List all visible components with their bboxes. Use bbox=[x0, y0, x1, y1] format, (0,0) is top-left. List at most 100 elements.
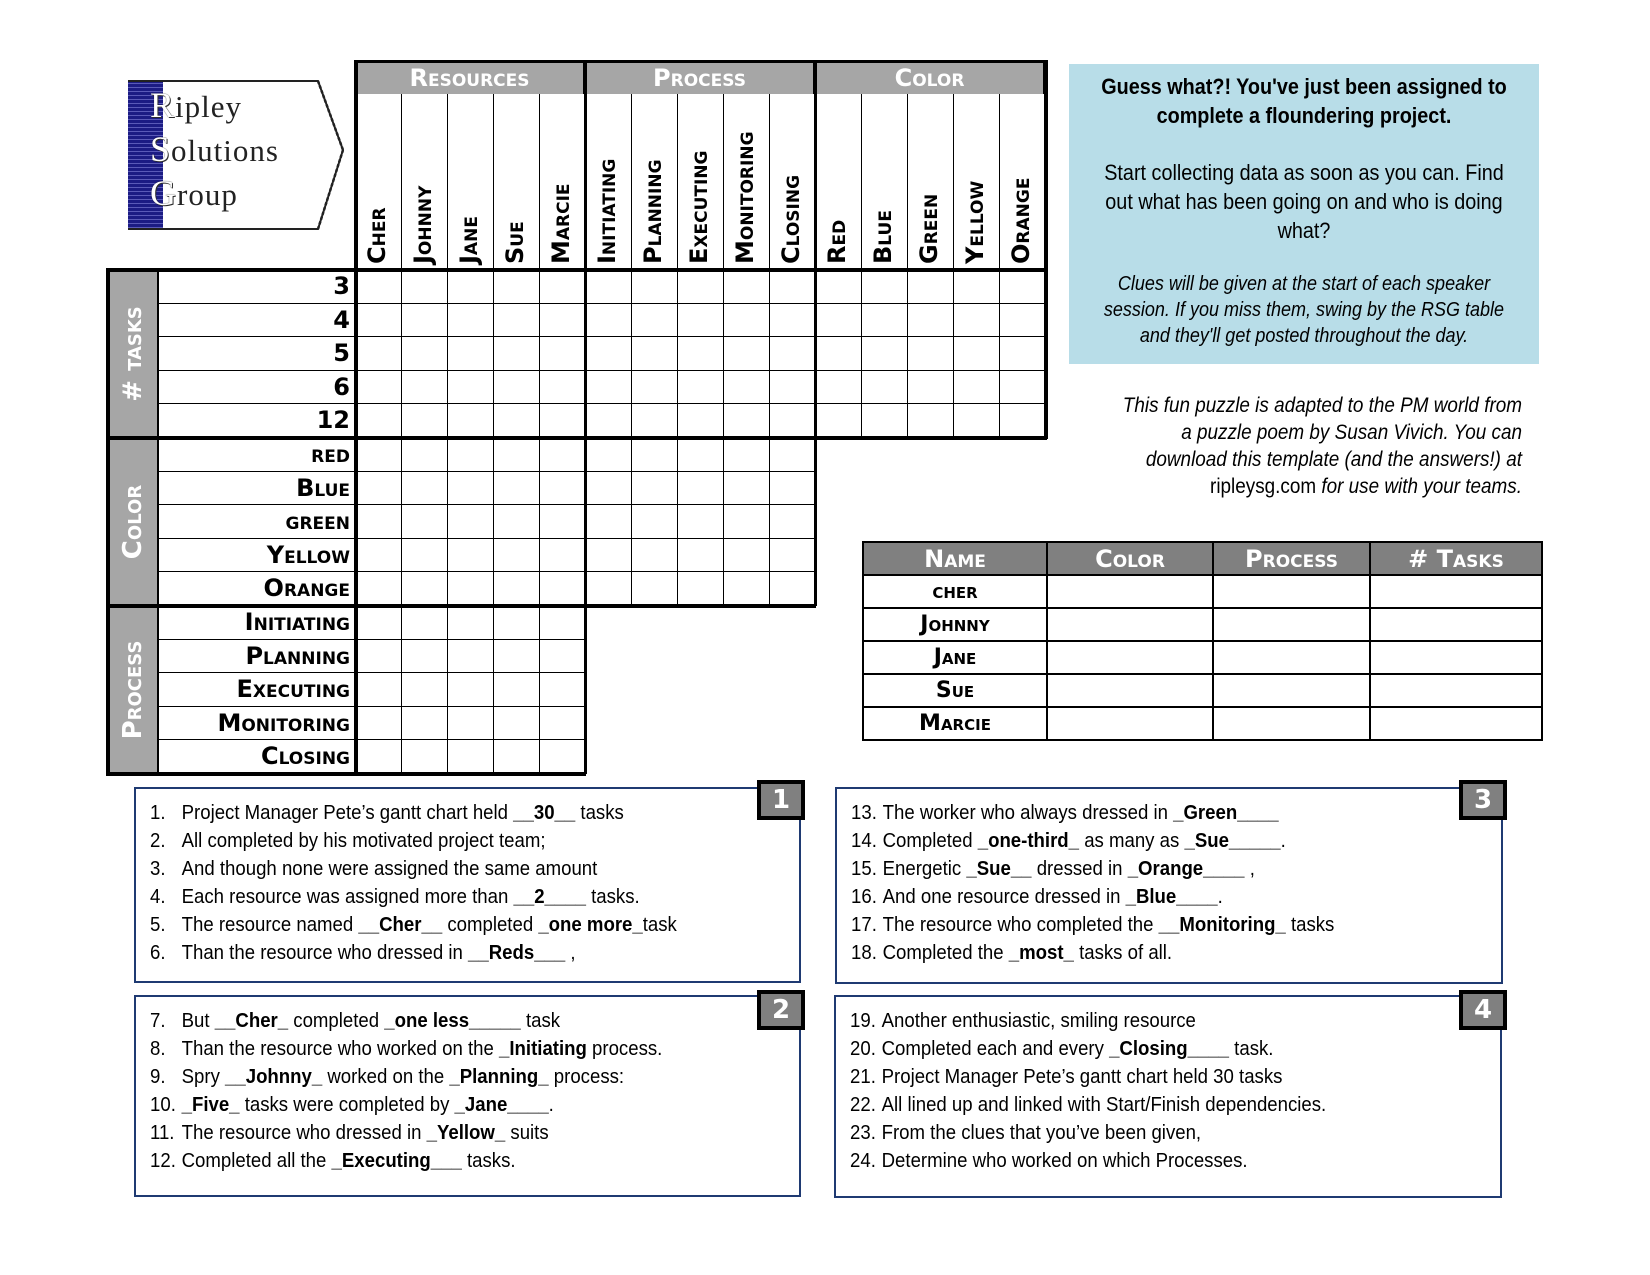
grid-cell[interactable] bbox=[540, 471, 586, 506]
grid-cell[interactable] bbox=[494, 303, 540, 338]
grid-cell[interactable] bbox=[1000, 270, 1046, 304]
grid-cell[interactable] bbox=[356, 572, 402, 606]
grid-cell[interactable] bbox=[448, 706, 494, 741]
grid-cell[interactable] bbox=[678, 471, 724, 506]
grid-cell[interactable] bbox=[632, 505, 678, 539]
grid-cell[interactable] bbox=[954, 404, 1000, 438]
grid-cell[interactable] bbox=[862, 303, 908, 338]
grid-cell[interactable] bbox=[632, 572, 678, 606]
grid-cell[interactable] bbox=[816, 270, 862, 304]
answer-color-cell[interactable] bbox=[1046, 640, 1214, 675]
grid-cell[interactable] bbox=[356, 740, 402, 774]
grid-cell[interactable] bbox=[770, 303, 816, 338]
grid-cell[interactable] bbox=[494, 606, 540, 640]
grid-cell[interactable] bbox=[402, 673, 448, 707]
grid-cell[interactable] bbox=[356, 337, 402, 371]
grid-cell[interactable] bbox=[540, 538, 586, 573]
grid-cell[interactable] bbox=[770, 505, 816, 539]
grid-cell[interactable] bbox=[540, 572, 586, 606]
grid-cell[interactable] bbox=[494, 673, 540, 707]
grid-cell[interactable] bbox=[402, 538, 448, 573]
grid-cell[interactable] bbox=[816, 303, 862, 338]
grid-cell[interactable] bbox=[862, 337, 908, 371]
grid-cell[interactable] bbox=[540, 673, 586, 707]
grid-cell[interactable] bbox=[356, 538, 402, 573]
grid-cell[interactable] bbox=[954, 270, 1000, 304]
grid-cell[interactable] bbox=[448, 740, 494, 774]
grid-cell[interactable] bbox=[954, 303, 1000, 338]
grid-cell[interactable] bbox=[908, 337, 954, 371]
grid-cell[interactable] bbox=[356, 505, 402, 539]
grid-cell[interactable] bbox=[678, 270, 724, 304]
answer-tasks-cell[interactable] bbox=[1369, 607, 1543, 642]
grid-cell[interactable] bbox=[448, 337, 494, 371]
answer-process-cell[interactable] bbox=[1212, 607, 1371, 642]
grid-cell[interactable] bbox=[1000, 370, 1046, 405]
grid-cell[interactable] bbox=[586, 370, 632, 405]
grid-cell[interactable] bbox=[632, 337, 678, 371]
grid-cell[interactable] bbox=[494, 639, 540, 674]
grid-cell[interactable] bbox=[448, 639, 494, 674]
grid-cell[interactable] bbox=[540, 740, 586, 774]
grid-cell[interactable] bbox=[448, 270, 494, 304]
grid-cell[interactable] bbox=[494, 471, 540, 506]
grid-cell[interactable] bbox=[494, 438, 540, 472]
grid-cell[interactable] bbox=[586, 471, 632, 506]
grid-cell[interactable] bbox=[678, 572, 724, 606]
answer-tasks-cell[interactable] bbox=[1369, 574, 1543, 609]
grid-cell[interactable] bbox=[540, 337, 586, 371]
answer-process-cell[interactable] bbox=[1212, 640, 1371, 675]
grid-cell[interactable] bbox=[632, 270, 678, 304]
grid-cell[interactable] bbox=[356, 639, 402, 674]
grid-cell[interactable] bbox=[724, 337, 770, 371]
grid-cell[interactable] bbox=[770, 471, 816, 506]
grid-cell[interactable] bbox=[816, 370, 862, 405]
grid-cell[interactable] bbox=[908, 303, 954, 338]
grid-cell[interactable] bbox=[402, 639, 448, 674]
grid-cell[interactable] bbox=[448, 438, 494, 472]
grid-cell[interactable] bbox=[494, 337, 540, 371]
grid-cell[interactable] bbox=[816, 404, 862, 438]
grid-cell[interactable] bbox=[540, 706, 586, 741]
website-link[interactable]: ripleysg.com bbox=[1210, 475, 1316, 498]
grid-cell[interactable] bbox=[1000, 303, 1046, 338]
grid-cell[interactable] bbox=[678, 370, 724, 405]
grid-cell[interactable] bbox=[586, 572, 632, 606]
grid-cell[interactable] bbox=[402, 706, 448, 741]
grid-cell[interactable] bbox=[402, 370, 448, 405]
grid-cell[interactable] bbox=[908, 404, 954, 438]
grid-cell[interactable] bbox=[678, 438, 724, 472]
grid-cell[interactable] bbox=[356, 438, 402, 472]
grid-cell[interactable] bbox=[356, 471, 402, 506]
grid-cell[interactable] bbox=[770, 270, 816, 304]
grid-cell[interactable] bbox=[724, 370, 770, 405]
grid-cell[interactable] bbox=[816, 337, 862, 371]
grid-cell[interactable] bbox=[402, 471, 448, 506]
grid-cell[interactable] bbox=[448, 471, 494, 506]
grid-cell[interactable] bbox=[402, 337, 448, 371]
grid-cell[interactable] bbox=[540, 606, 586, 640]
grid-cell[interactable] bbox=[1000, 337, 1046, 371]
grid-cell[interactable] bbox=[448, 572, 494, 606]
grid-cell[interactable] bbox=[356, 673, 402, 707]
answer-color-cell[interactable] bbox=[1046, 607, 1214, 642]
grid-cell[interactable] bbox=[356, 370, 402, 405]
grid-cell[interactable] bbox=[586, 505, 632, 539]
grid-cell[interactable] bbox=[494, 370, 540, 405]
grid-cell[interactable] bbox=[356, 404, 402, 438]
answer-tasks-cell[interactable] bbox=[1369, 640, 1543, 675]
grid-cell[interactable] bbox=[448, 370, 494, 405]
grid-cell[interactable] bbox=[724, 404, 770, 438]
answer-process-cell[interactable] bbox=[1212, 574, 1371, 609]
grid-cell[interactable] bbox=[770, 538, 816, 573]
grid-cell[interactable] bbox=[632, 471, 678, 506]
grid-cell[interactable] bbox=[632, 438, 678, 472]
grid-cell[interactable] bbox=[954, 337, 1000, 371]
grid-cell[interactable] bbox=[908, 370, 954, 405]
grid-cell[interactable] bbox=[770, 404, 816, 438]
grid-cell[interactable] bbox=[540, 370, 586, 405]
grid-cell[interactable] bbox=[402, 438, 448, 472]
answer-color-cell[interactable] bbox=[1046, 574, 1214, 609]
grid-cell[interactable] bbox=[540, 639, 586, 674]
grid-cell[interactable] bbox=[770, 572, 816, 606]
